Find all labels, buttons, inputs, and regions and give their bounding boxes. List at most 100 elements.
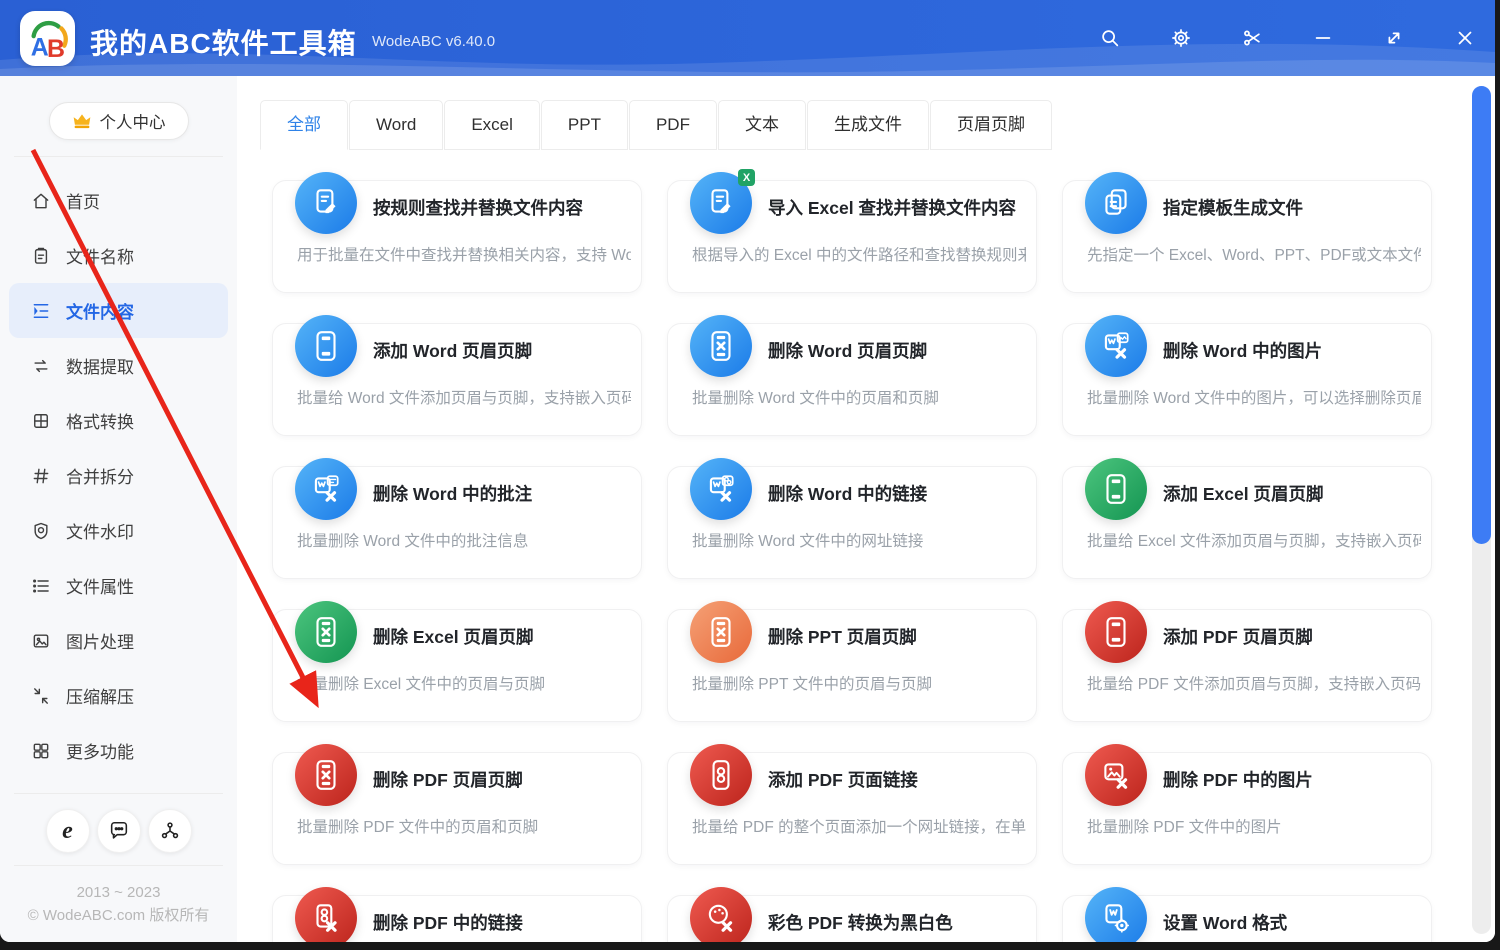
doc-stack-icon bbox=[1085, 172, 1147, 234]
share-button[interactable] bbox=[148, 809, 192, 853]
tool-card-word-del-images[interactable]: 删除 Word 中的图片批量删除 Word 文件中的图片，可以选择删除页眉 bbox=[1062, 323, 1432, 436]
scrollbar-thumb[interactable] bbox=[1472, 86, 1491, 544]
doc-header-footer-x-icon bbox=[690, 601, 752, 663]
footer-copyright: © WodeABC.com 版权所有 bbox=[0, 904, 237, 927]
tool-card-word-set-format[interactable]: 设置 Word 格式 bbox=[1062, 895, 1432, 942]
sidebar-item-label: 格式转换 bbox=[66, 408, 134, 433]
tool-card-description: 批量删除 Word 文件中的网址链接 bbox=[692, 529, 1026, 551]
tab-header-footer[interactable]: 页眉页脚 bbox=[930, 100, 1052, 150]
link-x-icon bbox=[295, 887, 357, 942]
profile-button-label: 个人中心 bbox=[100, 109, 166, 133]
category-tabs: 全部WordExcelPPTPDF文本生成文件页眉页脚 bbox=[260, 100, 1053, 150]
sidebar-item-label: 更多功能 bbox=[66, 738, 134, 763]
tool-card-title: 删除 PDF 中的链接 bbox=[373, 910, 523, 935]
tool-card-title: 删除 Word 中的链接 bbox=[768, 481, 927, 506]
doc-link-icon bbox=[690, 744, 752, 806]
tab-generate-file[interactable]: 生成文件 bbox=[807, 100, 929, 150]
sidebar-item-compress[interactable]: 压缩解压 bbox=[0, 668, 237, 723]
sidebar-item-label: 文件属性 bbox=[66, 573, 134, 598]
sidebar-item-label: 文件内容 bbox=[66, 298, 134, 323]
tab-word[interactable]: Word bbox=[349, 100, 443, 150]
minimize-icon[interactable] bbox=[1311, 26, 1335, 50]
svg-text:A: A bbox=[30, 33, 48, 61]
tool-card-replace-by-rule[interactable]: 按规则查找并替换文件内容用于批量在文件中查找并替换相关内容，支持 Wor bbox=[272, 180, 642, 293]
file-name-icon bbox=[31, 246, 51, 266]
screenshot-icon[interactable] bbox=[1240, 26, 1264, 50]
sidebar-item-file-content[interactable]: 文件内容 bbox=[9, 283, 228, 338]
tool-card-title: 删除 Excel 页眉页脚 bbox=[373, 624, 533, 649]
tool-card-word-del-comments[interactable]: 删除 Word 中的批注批量删除 Word 文件中的批注信息 bbox=[272, 466, 642, 579]
sidebar-item-more-features[interactable]: 更多功能 bbox=[0, 723, 237, 778]
tool-card-pdf-to-bw[interactable]: 彩色 PDF 转换为黑白色 bbox=[667, 895, 1037, 942]
tool-card-description: 批量给 Word 文件添加页眉与页脚，支持嵌入页码 bbox=[297, 386, 631, 408]
sidebar-item-label: 首页 bbox=[66, 188, 100, 213]
titlebar: A B 我的ABC软件工具箱 WodeABC v6.40.0 bbox=[0, 0, 1495, 76]
resize-icon[interactable] bbox=[1382, 26, 1406, 50]
home-icon bbox=[31, 191, 51, 211]
tab-ppt[interactable]: PPT bbox=[541, 100, 628, 150]
tool-card-excel-add-hf[interactable]: 添加 Excel 页眉页脚批量给 Excel 文件添加页眉与页脚，支持嵌入页码 bbox=[1062, 466, 1432, 579]
tool-card-excel-del-hf[interactable]: 删除 Excel 页眉页脚批量删除 Excel 文件中的页眉与页脚 bbox=[272, 609, 642, 722]
doc-edit-icon bbox=[295, 172, 357, 234]
word-image-x-icon bbox=[1085, 315, 1147, 377]
tool-card-excel-replace[interactable]: X导入 Excel 查找并替换文件内容根据导入的 Excel 中的文件路径和查找… bbox=[667, 180, 1037, 293]
sidebar-divider bbox=[14, 793, 223, 794]
abc-logo-icon: A B bbox=[25, 16, 71, 62]
tool-card-title: 导入 Excel 查找并替换文件内容 bbox=[768, 195, 1016, 220]
tool-card-title: 删除 PPT 页眉页脚 bbox=[768, 624, 917, 649]
footer-years: 2013 ~ 2023 bbox=[0, 881, 237, 904]
sidebar-item-image-process[interactable]: 图片处理 bbox=[0, 613, 237, 668]
svg-text:B: B bbox=[47, 35, 65, 62]
tool-card-pdf-add-hf[interactable]: 添加 PDF 页眉页脚批量给 PDF 文件添加页眉与页脚，支持嵌入页码 bbox=[1062, 609, 1432, 722]
app-window: A B 我的ABC软件工具箱 WodeABC v6.40.0 个人中心 首 bbox=[0, 0, 1495, 942]
tab-text[interactable]: 文本 bbox=[718, 100, 806, 150]
sidebar-item-format-convert[interactable]: 格式转换 bbox=[0, 393, 237, 448]
sidebar-item-home[interactable]: 首页 bbox=[0, 173, 237, 228]
tool-card-title: 删除 Word 页眉页脚 bbox=[768, 338, 927, 363]
sidebar-item-merge-split[interactable]: 合并拆分 bbox=[0, 448, 237, 503]
sidebar-item-watermark[interactable]: 文件水印 bbox=[0, 503, 237, 558]
tool-card-pdf-del-images[interactable]: 删除 PDF 中的图片批量删除 PDF 文件中的图片 bbox=[1062, 752, 1432, 865]
more-features-icon bbox=[31, 741, 51, 761]
tool-card-ppt-del-hf[interactable]: 删除 PPT 页眉页脚批量删除 PPT 文件中的页眉与页脚 bbox=[667, 609, 1037, 722]
tab-pdf[interactable]: PDF bbox=[629, 100, 717, 150]
tool-card-description: 用于批量在文件中查找并替换相关内容，支持 Wor bbox=[297, 243, 631, 265]
tool-card-pdf-del-links[interactable]: 删除 PDF 中的链接 bbox=[272, 895, 642, 942]
format-convert-icon bbox=[31, 411, 51, 431]
browser-icon: e bbox=[62, 818, 73, 845]
tool-card-title: 添加 PDF 页面链接 bbox=[768, 767, 918, 792]
doc-edit-icon: X bbox=[690, 172, 752, 234]
browser-button[interactable]: e bbox=[46, 809, 90, 853]
file-props-icon bbox=[31, 576, 51, 596]
app-logo: A B bbox=[20, 11, 75, 66]
data-extract-icon bbox=[31, 356, 51, 376]
tool-card-word-add-hf[interactable]: 添加 Word 页眉页脚批量给 Word 文件添加页眉与页脚，支持嵌入页码 bbox=[272, 323, 642, 436]
feedback-button[interactable] bbox=[97, 809, 141, 853]
sidebar-footer: 2013 ~ 2023 © WodeABC.com 版权所有 bbox=[0, 881, 237, 927]
doc-header-footer-x-icon bbox=[690, 315, 752, 377]
settings-icon[interactable] bbox=[1169, 26, 1193, 50]
sidebar-item-file-props[interactable]: 文件属性 bbox=[0, 558, 237, 613]
tool-card-description: 批量删除 PDF 文件中的图片 bbox=[1087, 815, 1421, 837]
feedback-icon bbox=[108, 820, 130, 842]
sidebar-item-file-name[interactable]: 文件名称 bbox=[0, 228, 237, 283]
tool-card-pdf-del-hf[interactable]: 删除 PDF 页眉页脚批量删除 PDF 文件中的页眉和页脚 bbox=[272, 752, 642, 865]
tool-card-word-del-hf[interactable]: 删除 Word 页眉页脚批量删除 Word 文件中的页眉和页脚 bbox=[667, 323, 1037, 436]
sidebar-item-label: 文件水印 bbox=[66, 518, 134, 543]
scrollbar-track[interactable] bbox=[1472, 86, 1491, 934]
tool-card-description: 批量删除 Excel 文件中的页眉与页脚 bbox=[297, 672, 631, 694]
image-process-icon bbox=[31, 631, 51, 651]
sidebar-divider bbox=[14, 156, 223, 157]
close-icon[interactable] bbox=[1453, 26, 1477, 50]
tool-card-pdf-add-link[interactable]: 添加 PDF 页面链接批量给 PDF 的整个页面添加一个网址链接，在单击 bbox=[667, 752, 1037, 865]
sidebar-item-data-extract[interactable]: 数据提取 bbox=[0, 338, 237, 393]
sidebar-item-label: 图片处理 bbox=[66, 628, 134, 653]
tool-card-word-del-links[interactable]: 删除 Word 中的链接批量删除 Word 文件中的网址链接 bbox=[667, 466, 1037, 579]
tool-card-template-generate[interactable]: 指定模板生成文件先指定一个 Excel、Word、PPT、PDF或文本文件作 bbox=[1062, 180, 1432, 293]
tab-excel[interactable]: Excel bbox=[444, 100, 540, 150]
tool-card-title: 添加 Word 页眉页脚 bbox=[373, 338, 532, 363]
tab-all[interactable]: 全部 bbox=[260, 100, 348, 150]
profile-button[interactable]: 个人中心 bbox=[49, 102, 189, 140]
search-icon[interactable] bbox=[1098, 26, 1122, 50]
tool-card-description: 批量给 Excel 文件添加页眉与页脚，支持嵌入页码 bbox=[1087, 529, 1421, 551]
